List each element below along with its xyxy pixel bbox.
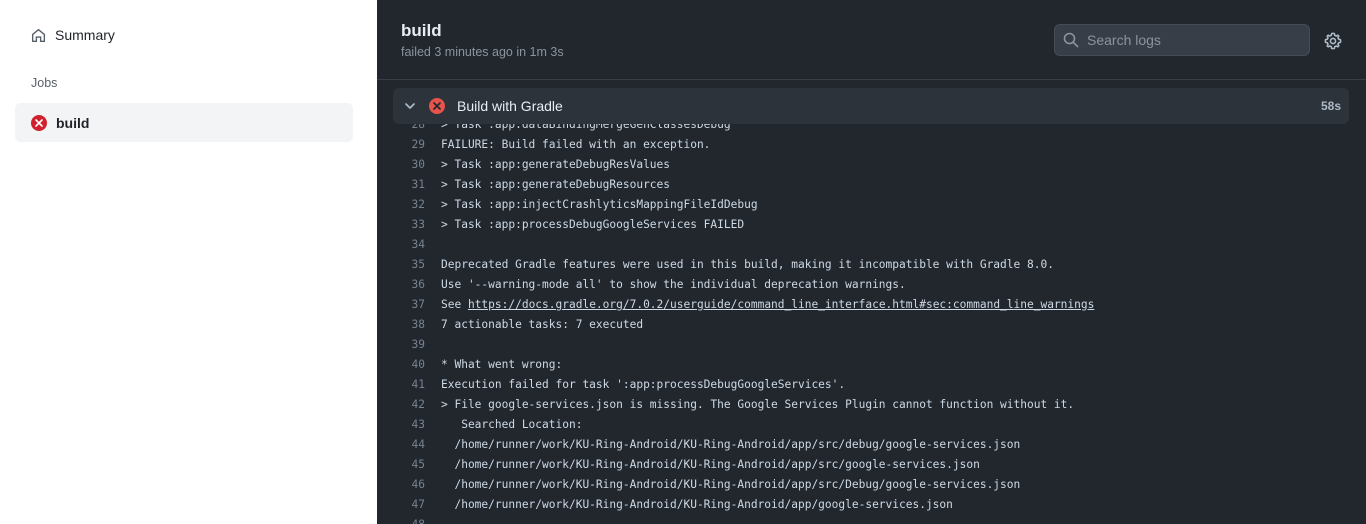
job-title: build xyxy=(401,21,442,40)
log-line-text: /home/runner/work/KU-Ring-Android/KU-Rin… xyxy=(441,497,953,511)
log-panel: build failed 3 minutes ago in 1m 3s Buil… xyxy=(377,0,1366,524)
log-line: 45 /home/runner/work/KU-Ring-Android/KU-… xyxy=(377,454,1094,474)
job-header: build failed 3 minutes ago in 1m 3s xyxy=(377,0,1366,80)
log-line-number[interactable]: 46 xyxy=(377,478,441,491)
job-status: failed 3 minutes ago in 1m 3s xyxy=(401,45,564,59)
search-logs-box[interactable] xyxy=(1054,24,1310,56)
log-line-number[interactable]: 33 xyxy=(377,218,441,231)
log-line-number[interactable]: 44 xyxy=(377,438,441,451)
log-line-text: FAILURE: Build failed with an exception. xyxy=(441,137,711,151)
summary-label: Summary xyxy=(55,27,115,43)
step-header-build-with-gradle[interactable]: Build with Gradle 58s xyxy=(393,88,1349,124)
log-line: 35 Deprecated Gradle features were used i… xyxy=(377,254,1094,274)
log-line: 36 Use '--warning-mode all' to show the i… xyxy=(377,274,1094,294)
log-line-text: Execution failed for task ':app:processD… xyxy=(441,377,846,391)
log-line: 34 xyxy=(377,234,1094,254)
log-line-text: /home/runner/work/KU-Ring-Android/KU-Rin… xyxy=(441,477,1021,491)
log-line-number[interactable]: 41 xyxy=(377,378,441,391)
log-line-text: * What went wrong: xyxy=(441,357,563,371)
log-line: 33 > Task :app:processDebugGoogleServices… xyxy=(377,214,1094,234)
log-line: 37 See https://docs.gradle.org/7.0.2/user… xyxy=(377,294,1095,314)
log-line: 29 FAILURE: Build failed with an exceptio… xyxy=(377,134,1094,154)
log-lines: 28 > Task :app:dataBindingMergeGenClasses… xyxy=(377,124,1095,524)
log-line: 48 xyxy=(377,514,1094,524)
log-line-text: See xyxy=(441,297,468,311)
log-line: 47 /home/runner/work/KU-Ring-Android/KU-… xyxy=(377,494,1094,514)
home-icon xyxy=(31,28,46,42)
log-line: 46 /home/runner/work/KU-Ring-Android/KU-… xyxy=(377,474,1094,494)
log-line: 31 > Task :app:generateDebugResources xyxy=(377,174,1094,194)
log-line-text: Use '--warning-mode all' to show the ind… xyxy=(441,277,906,291)
log-line: 30 > Task :app:generateDebugResValues xyxy=(377,154,1094,174)
log-line-number[interactable]: 48 xyxy=(377,518,441,524)
log-line-number[interactable]: 47 xyxy=(377,498,441,511)
x-circle-icon xyxy=(429,98,445,114)
log-line-number[interactable]: 35 xyxy=(377,258,441,271)
log-line-number[interactable]: 40 xyxy=(377,358,441,371)
log-line-number[interactable]: 37 xyxy=(377,298,441,311)
log-line: 44 /home/runner/work/KU-Ring-Android/KU-… xyxy=(377,434,1094,454)
log-line-number[interactable]: 39 xyxy=(377,338,441,351)
log-line-text: > Task :app:dataBindingMergeGenClassesDe… xyxy=(441,124,731,131)
log-line: 41 Execution failed for task ':app:proces… xyxy=(377,374,1094,394)
step-duration: 58s xyxy=(1320,99,1341,113)
log-line: 38 7 actionable tasks: 7 executed xyxy=(377,314,1094,334)
log-line-text: Deprecated Gradle features were used in … xyxy=(441,257,1054,271)
chevron-down-icon[interactable] xyxy=(403,99,417,113)
log-line-text: /home/runner/work/KU-Ring-Android/KU-Rin… xyxy=(441,457,980,471)
log-line-text: /home/runner/work/KU-Ring-Android/KU-Rin… xyxy=(441,437,1021,451)
x-circle-icon xyxy=(31,114,47,131)
log-line-text: > Task :app:generateDebugResValues xyxy=(441,157,671,171)
log-line: 40 * What went wrong: xyxy=(377,354,1094,374)
sidebar: Summary Jobs build xyxy=(0,0,377,524)
log-line-number[interactable]: 34 xyxy=(377,238,441,251)
log-line-number[interactable]: 38 xyxy=(377,318,441,331)
sidebar-item-build[interactable]: build xyxy=(15,103,353,142)
log-line-number[interactable]: 43 xyxy=(377,418,441,431)
log-line-text: 7 actionable tasks: 7 executed xyxy=(441,317,644,331)
job-item-label: build xyxy=(56,114,90,131)
log-line-number[interactable]: 30 xyxy=(377,158,441,171)
log-line-number[interactable]: 32 xyxy=(377,198,441,211)
log-line-text: > Task :app:generateDebugResources xyxy=(441,177,671,191)
gear-icon[interactable] xyxy=(1324,32,1342,50)
log-line: 42 > File google-services.json is missing… xyxy=(377,394,1094,414)
log-line-text: > File google-services.json is missing. … xyxy=(441,397,1075,411)
summary-link[interactable]: Summary xyxy=(30,25,115,45)
log-output: 28 > Task :app:dataBindingMergeGenClasses… xyxy=(377,124,1366,524)
log-line-text: > Task :app:processDebugGoogleServices F… xyxy=(441,217,745,231)
log-link[interactable]: https://docs.gradle.org/7.0.2/userguide/… xyxy=(468,298,1094,311)
search-logs-input[interactable] xyxy=(1087,32,1287,48)
log-line-number[interactable]: 42 xyxy=(377,398,441,411)
log-line-number[interactable]: 28 xyxy=(377,124,441,131)
log-line-number[interactable]: 45 xyxy=(377,458,441,471)
log-line: 28 > Task :app:dataBindingMergeGenClasses… xyxy=(377,124,1094,134)
log-line-number[interactable]: 31 xyxy=(377,178,441,191)
search-icon xyxy=(1063,32,1079,48)
log-line-text: Searched Location: xyxy=(441,417,583,431)
log-line: 32 > Task :app:injectCrashlyticsMappingFi… xyxy=(377,194,1094,214)
log-line-number[interactable]: 29 xyxy=(377,138,441,151)
log-line-text: > Task :app:injectCrashlyticsMappingFile… xyxy=(441,197,758,211)
log-line: 39 xyxy=(377,334,1094,354)
log-line: 43 Searched Location: xyxy=(377,414,1094,434)
jobs-heading: Jobs xyxy=(31,76,58,90)
log-line-number[interactable]: 36 xyxy=(377,278,441,291)
step-name: Build with Gradle xyxy=(457,98,563,114)
